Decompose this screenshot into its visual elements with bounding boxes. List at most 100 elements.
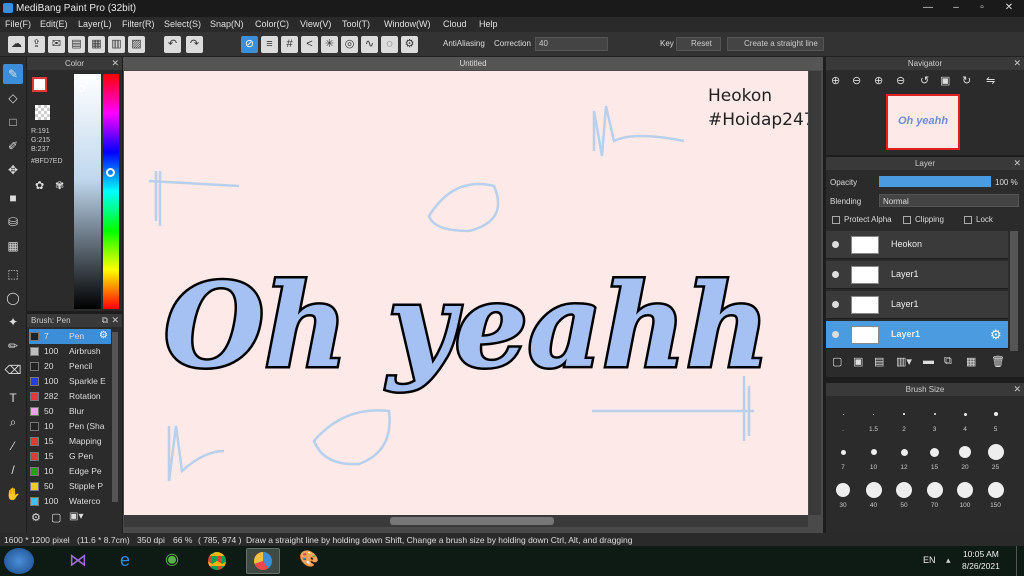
- folder-icon[interactable]: ▬: [923, 355, 934, 367]
- menu-snap[interactable]: Snap(N): [210, 19, 244, 29]
- brush-item[interactable]: 10 Pen (Sha: [29, 419, 111, 434]
- layer-row[interactable]: Layer1: [826, 291, 1008, 319]
- brush-item[interactable]: 50 Stipple P: [29, 479, 111, 494]
- menu-filter[interactable]: Filter(R): [122, 19, 155, 29]
- menu-select[interactable]: Select(S): [164, 19, 201, 29]
- close-icon[interactable]: ✕: [1013, 57, 1021, 70]
- brush-size-option[interactable]: 15: [920, 442, 950, 471]
- menu-view[interactable]: View(V): [300, 19, 331, 29]
- opacity-slider[interactable]: [879, 176, 991, 187]
- brush-size-option[interactable]: 10: [859, 442, 889, 471]
- brush-size-option[interactable]: 7: [828, 442, 858, 471]
- layer-row[interactable]: Layer1: [826, 261, 1008, 289]
- radial-snap-icon[interactable]: ✳: [321, 36, 338, 53]
- brush-item[interactable]: 100 Sparkle E: [29, 374, 111, 389]
- correction-select[interactable]: 40: [535, 37, 608, 51]
- brush-item[interactable]: 15 Mapping: [29, 434, 111, 449]
- drawing-canvas[interactable]: Heokon #Hoidap247 Oh yeahh: [124, 71, 808, 515]
- brush-size-option[interactable]: .: [828, 404, 858, 433]
- menu-color[interactable]: Color(C): [255, 19, 289, 29]
- add-brush-dropdown[interactable]: ▣▾: [69, 511, 83, 522]
- pen-tool-icon[interactable]: ✐: [3, 136, 23, 156]
- new-layer-dropdown[interactable]: ▥▾: [896, 355, 912, 368]
- ellipse-snap-icon[interactable]: ◌: [381, 36, 398, 53]
- brush-size-option[interactable]: 40: [859, 480, 889, 509]
- settings-icon[interactable]: ⚙: [401, 36, 418, 53]
- menu-tool[interactable]: Tool(T): [342, 19, 370, 29]
- new-layer-icon[interactable]: ▢: [832, 355, 842, 368]
- curve-snap-icon[interactable]: ∿: [361, 36, 378, 53]
- paint-icon[interactable]: 🎨: [292, 548, 326, 574]
- horizontal-scrollbar[interactable]: [124, 515, 808, 527]
- document-tab[interactable]: Untitled: [123, 57, 823, 70]
- vanishing-snap-icon[interactable]: <: [301, 36, 318, 53]
- visibility-icon[interactable]: [832, 301, 839, 308]
- brush-item[interactable]: 20 Pencil: [29, 359, 111, 374]
- chat-icon[interactable]: ✉: [48, 36, 65, 53]
- minimize-all-button[interactable]: —: [915, 0, 941, 17]
- palette-icon[interactable]: ✿: [35, 179, 44, 192]
- input-language[interactable]: EN: [923, 555, 936, 565]
- brush-size-option[interactable]: 70: [920, 480, 950, 509]
- navigator-preview[interactable]: Oh yeahh: [886, 94, 960, 150]
- brush-size-option[interactable]: 150: [981, 480, 1011, 509]
- panel-icon[interactable]: ▨: [128, 36, 145, 53]
- brush-size-option[interactable]: 5: [981, 404, 1011, 433]
- brush-size-option[interactable]: 12: [889, 442, 919, 471]
- gradient-tool-icon[interactable]: ▦: [3, 236, 23, 256]
- protect-alpha-checkbox[interactable]: [832, 216, 840, 224]
- panel-tool-icon[interactable]: ⌕: [3, 412, 23, 432]
- parallel-snap-icon[interactable]: ≡: [261, 36, 278, 53]
- rotate-left-icon[interactable]: ↺: [920, 74, 929, 87]
- popout-icon[interactable]: ⧉: [102, 314, 108, 327]
- zoom-out-icon[interactable]: ⊖: [852, 74, 861, 87]
- minimize-button[interactable]: –: [943, 0, 969, 17]
- menu-window[interactable]: Window(W): [384, 19, 431, 29]
- cross-snap-icon[interactable]: #: [281, 36, 298, 53]
- rotate-right-icon[interactable]: ↻: [962, 74, 971, 87]
- brush-tool-icon[interactable]: ✎: [3, 64, 23, 84]
- brush-size-option[interactable]: 1.5: [859, 404, 889, 433]
- brush-item[interactable]: 100 Waterco: [29, 494, 111, 509]
- brush-size-option[interactable]: 100: [950, 480, 980, 509]
- close-button[interactable]: ✕: [996, 0, 1022, 17]
- layer-row[interactable]: Heokon: [826, 231, 1008, 259]
- brush-size-option[interactable]: 30: [828, 480, 858, 509]
- brush-size-option[interactable]: 20: [950, 442, 980, 471]
- palette-add-icon[interactable]: ✾: [55, 179, 64, 192]
- show-desktop-button[interactable]: [1016, 546, 1024, 576]
- sv-cursor[interactable]: [78, 85, 85, 92]
- vertical-scrollbar[interactable]: [809, 71, 821, 515]
- undo-icon[interactable]: ↶: [164, 36, 181, 53]
- brush-size-option[interactable]: 4: [950, 404, 980, 433]
- brush-item[interactable]: 50 Blur: [29, 404, 111, 419]
- brush-size-option[interactable]: 25: [981, 442, 1011, 471]
- grid-icon[interactable]: ▥: [108, 36, 125, 53]
- upload-icon[interactable]: ⇪: [28, 36, 45, 53]
- cloud-icon[interactable]: ☁: [8, 36, 25, 53]
- brush-item[interactable]: 282 Rotation: [29, 389, 111, 404]
- comment-icon[interactable]: ▤: [68, 36, 85, 53]
- delete-layer-icon[interactable]: 🗑: [991, 355, 1005, 368]
- new-brush-icon[interactable]: ▢: [51, 511, 61, 524]
- lasso-tool-icon[interactable]: ◯: [3, 288, 23, 308]
- fill-rect-tool-icon[interactable]: ■: [3, 188, 23, 208]
- menu-help[interactable]: Help: [479, 19, 498, 29]
- visibility-icon[interactable]: [832, 271, 839, 278]
- clock[interactable]: 10:05 AM 8/26/2021: [962, 548, 1000, 572]
- coccoc-browser-icon[interactable]: ◉: [155, 548, 189, 574]
- brush-item[interactable]: 100 Airbrush: [29, 344, 111, 359]
- tray-expand-icon[interactable]: ▴: [946, 555, 951, 566]
- picker-tool-icon[interactable]: /: [3, 460, 23, 480]
- brush-settings-gear-icon[interactable]: ⚙: [99, 330, 108, 341]
- start-button[interactable]: [4, 548, 34, 574]
- visibility-icon[interactable]: [832, 331, 839, 338]
- hue-slider[interactable]: [103, 74, 119, 309]
- duplicate-layer-icon[interactable]: ⧉: [944, 355, 952, 368]
- medibang-taskbar-button[interactable]: [246, 548, 280, 574]
- zoom-fit-icon[interactable]: ⊕: [874, 74, 883, 87]
- eraser-tool-icon[interactable]: ◇: [3, 88, 23, 108]
- document-icon[interactable]: ▦: [88, 36, 105, 53]
- hue-cursor[interactable]: [106, 168, 115, 177]
- select-eraser-tool-icon[interactable]: ⌫: [3, 360, 23, 380]
